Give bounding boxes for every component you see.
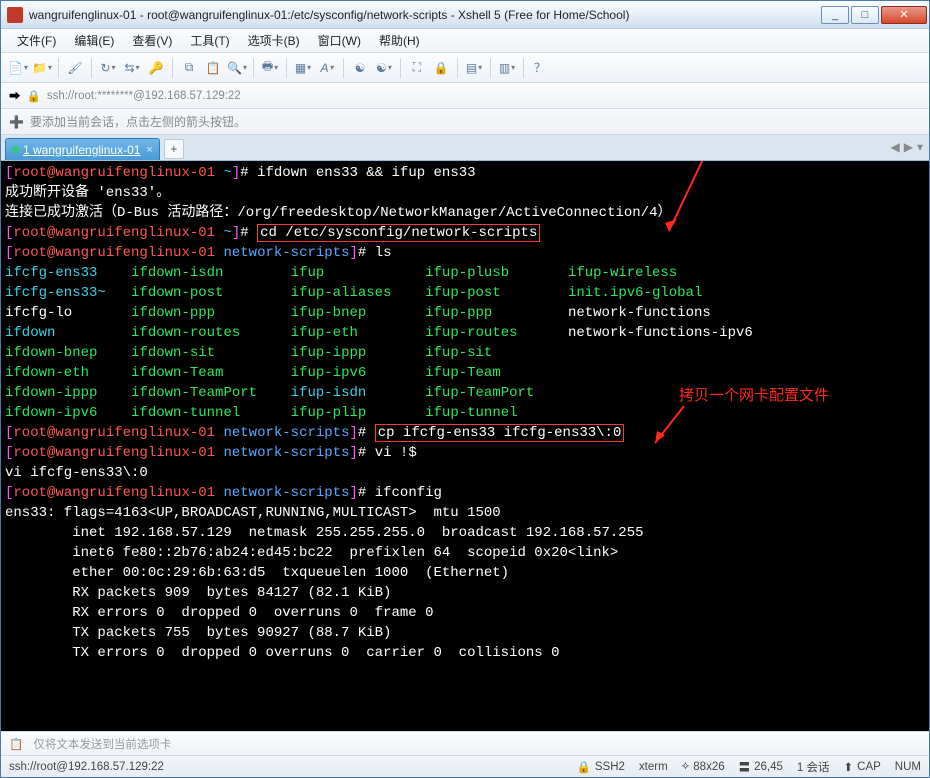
tab-nav-right-icon[interactable]: ▶ [904, 140, 913, 154]
status-connection: ssh://root@192.168.57.129:22 [9, 761, 164, 773]
brush-icon[interactable]: 🖌 [64, 57, 86, 79]
statusbar: ssh://root@192.168.57.129:22 🔒 SSH2 xter… [1, 755, 929, 777]
help-icon[interactable]: ？ [529, 57, 551, 79]
folder-open-icon[interactable]: 📁 [31, 57, 53, 79]
status-size: ⟡ 88x26 [682, 760, 725, 773]
copy-icon[interactable]: ⧉ [178, 57, 200, 79]
tab-nav-menu-icon[interactable]: ▾ [917, 140, 923, 154]
compose-bar: 📋 仅将文本发送到当前选项卡 [1, 731, 929, 755]
app-window: wangruifenglinux-01 - root@wangruifengli… [0, 0, 930, 778]
address-lock-icon: 🔒 [27, 89, 41, 103]
file-new-icon[interactable]: 📄 [7, 57, 29, 79]
key-icon[interactable]: 🔑 [145, 57, 167, 79]
tab-label: 1 wangruifenglinux-01 [23, 143, 140, 157]
menu-window[interactable]: 窗口(W) [310, 30, 369, 51]
print-icon[interactable]: 🖶 [259, 57, 281, 79]
address-url[interactable]: ssh://root:********@192.168.57.129:22 [47, 90, 241, 102]
separator [58, 58, 59, 78]
status-term: xterm [639, 761, 668, 773]
lock-icon[interactable]: 🔒 [430, 57, 452, 79]
maximize-button[interactable]: □ [851, 6, 879, 24]
separator [91, 58, 92, 78]
addressbar: ⮕ 🔒 ssh://root:********@192.168.57.129:2… [1, 83, 929, 109]
app-icon [7, 7, 23, 23]
window-controls: _ □ ✕ [821, 6, 927, 24]
tabbar: 1 wangruifenglinux-01 × + ◀ ▶ ▾ [1, 135, 929, 161]
highlight-icon[interactable]: ▤ [463, 57, 485, 79]
menu-tab[interactable]: 选项卡(B) [240, 30, 308, 51]
menu-edit[interactable]: 编辑(E) [66, 30, 122, 51]
encoding-icon[interactable]: ☯ [349, 57, 371, 79]
menu-file[interactable]: 文件(F) [9, 30, 64, 51]
font-icon[interactable]: A [316, 57, 338, 79]
toolbar: 📄 📁 🖌 ↻ ⇆ 🔑 ⧉ 📋 🔍 🖶 ▦ A ☯ ☯ ⛶ 🔒 ▤ ▥ ？ [1, 53, 929, 83]
window-title: wangruifenglinux-01 - root@wangruifengli… [27, 8, 821, 22]
session-hint: 要添加当前会话，点击左侧的箭头按钮。 [30, 113, 246, 130]
terminal[interactable]: [root@wangruifenglinux-01 ~]# ifdown ens… [1, 161, 929, 731]
menu-view[interactable]: 查看(V) [124, 30, 180, 51]
compose-hint: 仅将文本发送到当前选项卡 [33, 736, 171, 752]
status-cap: ⬆ CAP [844, 760, 881, 774]
separator [343, 58, 344, 78]
menubar: 文件(F) 编辑(E) 查看(V) 工具(T) 选项卡(B) 窗口(W) 帮助(… [1, 29, 929, 53]
status-num: NUM [895, 761, 921, 773]
encoding-dropdown-icon[interactable]: ☯ [373, 57, 395, 79]
separator [172, 58, 173, 78]
tile-icon[interactable]: ▥ [496, 57, 518, 79]
menu-help[interactable]: 帮助(H) [371, 30, 428, 51]
search-icon[interactable]: 🔍 [226, 57, 248, 79]
separator [523, 58, 524, 78]
titlebar: wangruifenglinux-01 - root@wangruifengli… [1, 1, 929, 29]
tab-close-icon[interactable]: × [146, 144, 152, 156]
separator [490, 58, 491, 78]
tab-session-1[interactable]: 1 wangruifenglinux-01 × [5, 138, 160, 160]
tab-nav: ◀ ▶ ▾ [891, 140, 924, 154]
session-add-icon[interactable]: ➕ [9, 115, 24, 129]
compose-icon[interactable]: 📋 [9, 737, 23, 751]
separator [253, 58, 254, 78]
separator [400, 58, 401, 78]
status-sessions: 1 会话 [797, 759, 830, 775]
separator [457, 58, 458, 78]
sessionbar: ➕ 要添加当前会话，点击左侧的箭头按钮。 [1, 109, 929, 135]
layout-icon[interactable]: ▦ [292, 57, 314, 79]
transfer-icon[interactable]: ⇆ [121, 57, 143, 79]
separator [286, 58, 287, 78]
paste-icon[interactable]: 📋 [202, 57, 224, 79]
close-button[interactable]: ✕ [881, 6, 927, 24]
status-cursor: 〓 26,45 [739, 759, 783, 775]
tab-nav-left-icon[interactable]: ◀ [891, 140, 900, 154]
fullscreen-icon[interactable]: ⛶ [406, 57, 428, 79]
status-ssh: 🔒 SSH2 [577, 760, 625, 774]
annotation-2: 拷贝一个网卡配置文件 [679, 386, 829, 406]
tab-status-icon [12, 146, 19, 153]
menu-tools[interactable]: 工具(T) [182, 30, 237, 51]
reconnect-icon[interactable]: ↻ [97, 57, 119, 79]
minimize-button[interactable]: _ [821, 6, 849, 24]
address-arrow-icon[interactable]: ⮕ [9, 88, 21, 104]
add-tab-button[interactable]: + [164, 139, 184, 159]
